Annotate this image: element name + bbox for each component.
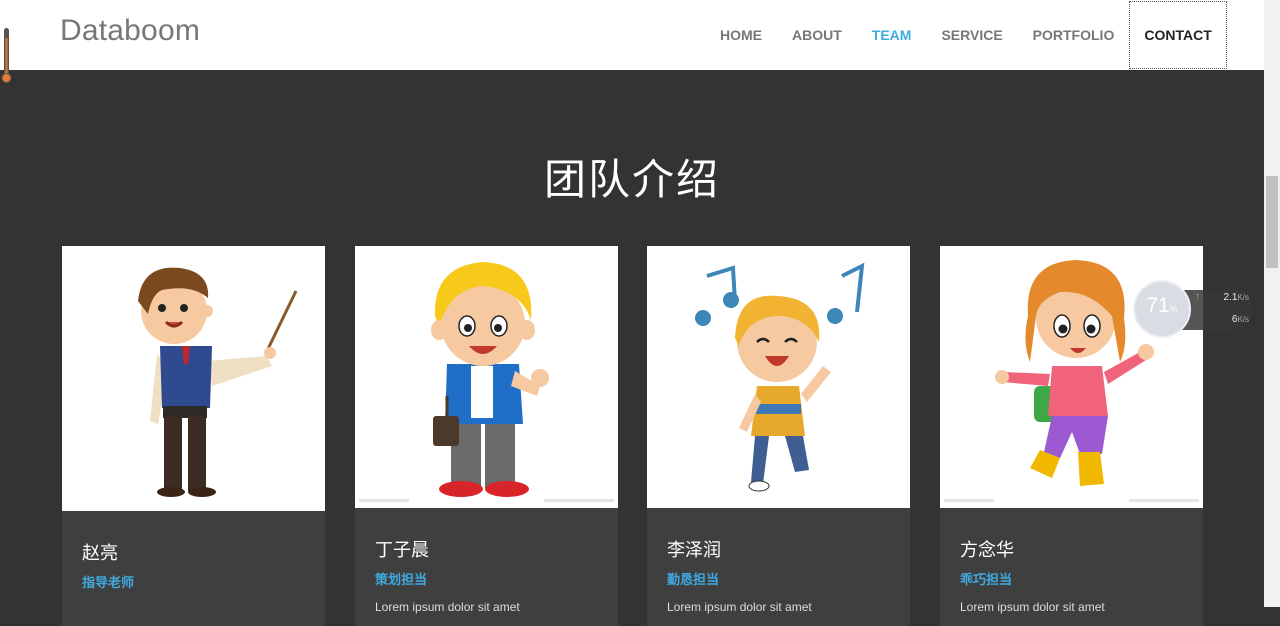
member-name: 丁子晨	[375, 540, 429, 561]
boy-dancing-illustration	[647, 246, 910, 508]
teacher-illustration	[62, 246, 325, 511]
member-role: 乖巧担当	[960, 573, 1013, 588]
brand-logo[interactable]: Databoom	[60, 14, 200, 48]
navbar: Databoom HOME ABOUT TEAM SERVICE PORTFOL…	[0, 0, 1264, 70]
nav-team[interactable]: TEAM	[857, 0, 927, 70]
team-card-1: 赵亮 指导老师	[62, 246, 325, 626]
member-role: 策划担当	[375, 573, 428, 588]
nav-home[interactable]: HOME	[705, 0, 777, 70]
upload-arrow-icon: ↑	[1195, 291, 1200, 302]
nav-about[interactable]: ABOUT	[777, 0, 857, 70]
nav-service[interactable]: SERVICE	[926, 0, 1017, 70]
boy-thumbs-up-illustration	[355, 246, 618, 508]
nav-contact[interactable]: CONTACT	[1129, 1, 1227, 69]
network-speed-widget[interactable]: 71% ↑ 2.1K/s 6K/s	[1133, 280, 1253, 340]
scrollbar-thumb[interactable]	[1266, 176, 1278, 268]
member-description: Lorem ipsum dolor sit amet	[667, 600, 812, 614]
thermometer-icon	[1, 28, 12, 83]
team-card-2: 丁子晨 策划担当 Lorem ipsum dolor sit amet	[355, 246, 618, 626]
download-speed: 6K/s	[1231, 314, 1249, 325]
section-title: 团队介绍	[543, 155, 720, 204]
usage-percent: 71%	[1146, 294, 1178, 317]
member-name: 赵亮	[82, 543, 118, 564]
member-name: 方念华	[960, 540, 1014, 561]
upload-speed: 2.1K/s	[1223, 292, 1249, 303]
member-description: Lorem ipsum dolor sit amet	[375, 600, 520, 614]
image-watermark	[359, 499, 614, 505]
member-role: 勤恳担当	[667, 573, 720, 588]
image-watermark	[944, 499, 1199, 505]
page-scrollbar[interactable]	[1264, 0, 1280, 607]
member-name: 李泽润	[667, 540, 721, 561]
team-card-3: 李泽润 勤恳担当 Lorem ipsum dolor sit amet	[647, 246, 910, 626]
nav-portfolio[interactable]: PORTFOLIO	[1018, 0, 1130, 70]
member-role: 指导老师	[82, 576, 135, 591]
nav-menu: HOME ABOUT TEAM SERVICE PORTFOLIO CONTAC…	[705, 0, 1227, 70]
member-description: Lorem ipsum dolor sit amet	[960, 600, 1105, 614]
